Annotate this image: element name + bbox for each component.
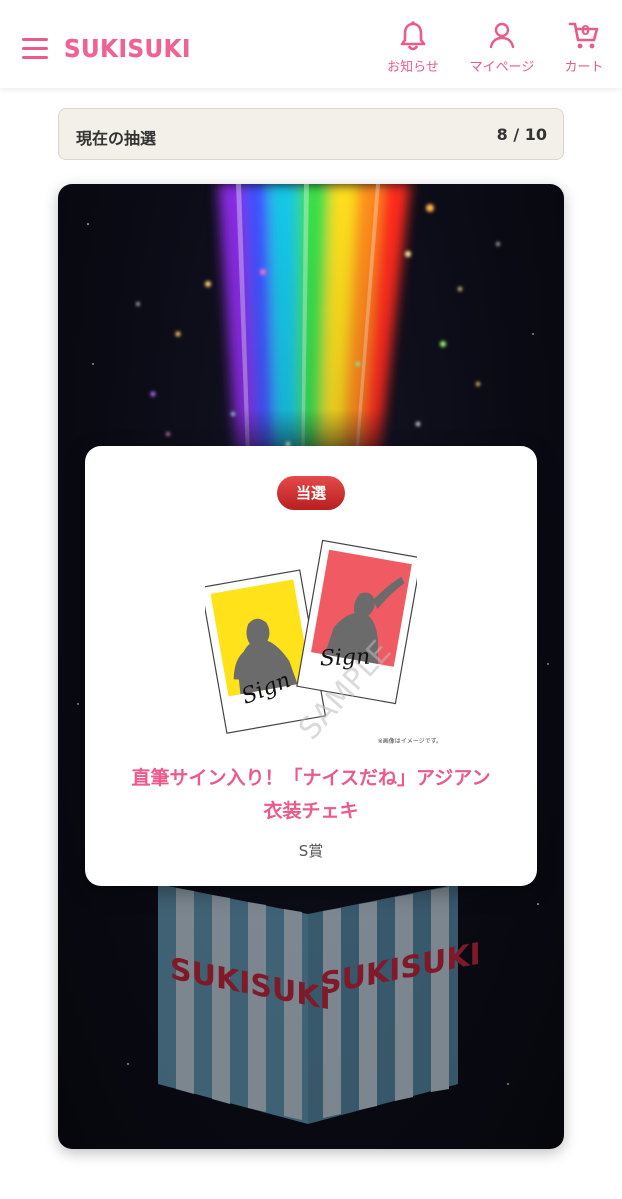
- lottery-box: SUKISUKI SUKISUKI: [158, 884, 481, 1124]
- site-logo[interactable]: SUKISUKI: [64, 34, 191, 63]
- prize-image: Sign Sign SAMPLE: [200, 538, 422, 748]
- prize-title: 直筆サイン入り！「ナイスだね」アジアン 衣装チェキ: [85, 762, 537, 828]
- bell-icon: [396, 20, 430, 52]
- user-icon: [485, 20, 519, 52]
- prize-title-line1: 直筆サイン入り！「ナイスだね」アジアン: [131, 767, 491, 789]
- nav-mypage[interactable]: マイページ: [465, 20, 539, 75]
- nav-cart[interactable]: 0 カート: [560, 20, 608, 75]
- rainbow-beam: [218, 184, 410, 484]
- draw-progress-count: 8 / 10: [496, 125, 547, 144]
- prize-rank: S賞: [298, 842, 324, 860]
- nav-notifications[interactable]: お知らせ: [382, 20, 444, 75]
- cart-count-badge: 0: [581, 24, 591, 39]
- app-header: SUKISUKI お知らせ マイページ 0 カート: [0, 0, 622, 88]
- win-badge: 当選: [277, 476, 345, 510]
- nav-cart-label: カート: [564, 60, 604, 75]
- nav-mypage-label: マイページ: [469, 60, 535, 75]
- current-draw-status: 現在の抽選 8 / 10: [58, 108, 564, 160]
- cart-icon: 0: [567, 20, 601, 52]
- menu-icon[interactable]: [22, 38, 48, 60]
- nav-notifications-label: お知らせ: [387, 60, 439, 75]
- result-card: 当選 Sign Sign SAMPLE ※画像はイメージです。 直筆サイン入り！…: [85, 446, 537, 886]
- current-draw-label: 現在の抽選: [76, 129, 157, 148]
- image-note: ※画像はイメージです。: [377, 738, 442, 745]
- prize-title-line2: 衣装チェキ: [263, 800, 359, 822]
